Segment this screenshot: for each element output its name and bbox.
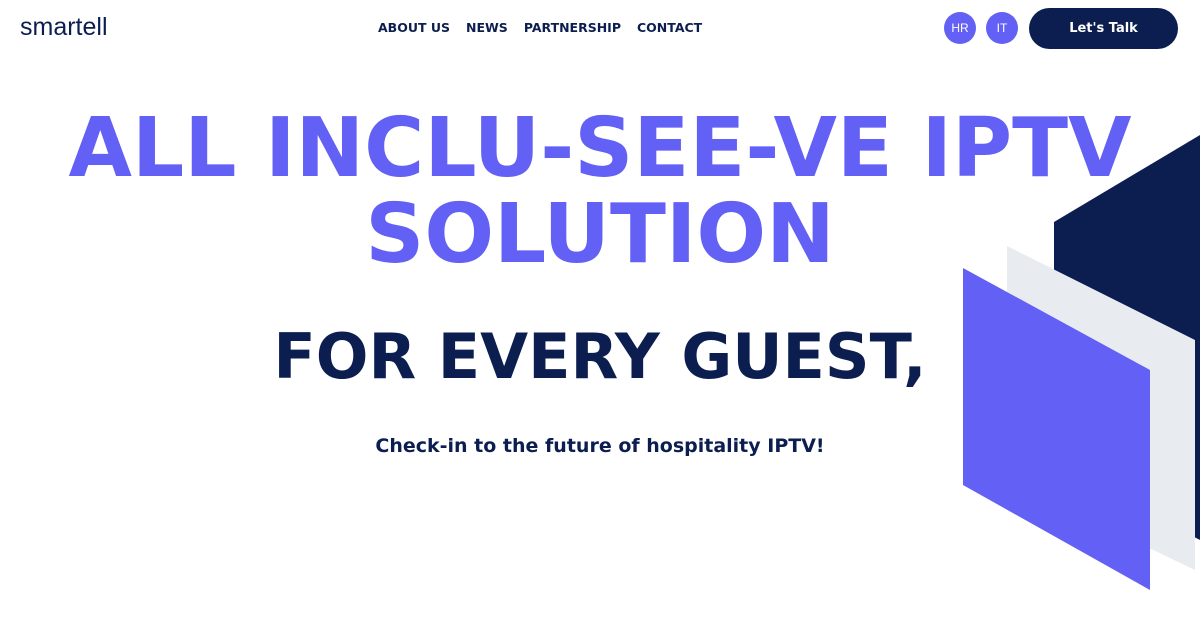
nav-item-partnership[interactable]: PARTNERSHIP	[524, 20, 621, 36]
language-hr-button[interactable]: HR	[944, 12, 976, 44]
hero-tagline: Check-in to the future of hospitality IP…	[375, 435, 825, 457]
language-it-button[interactable]: IT	[986, 12, 1018, 44]
nav-item-about-us[interactable]: ABOUT US	[378, 20, 450, 36]
logo[interactable]: smartell	[20, 13, 108, 42]
decorative-shapes	[963, 135, 1200, 590]
page: smartell ABOUT US NEWS PARTNERSHIP CONTA…	[0, 0, 1200, 627]
headline-line-1: ALL INCLU-SEE-VE IPTV	[68, 101, 1132, 196]
main-nav: ABOUT US NEWS PARTNERSHIP CONTACT	[378, 20, 702, 36]
lets-talk-button[interactable]: Let's Talk	[1029, 8, 1178, 49]
headline-line-2: SOLUTION	[365, 187, 835, 282]
nav-item-contact[interactable]: CONTACT	[637, 20, 702, 36]
nav-item-news[interactable]: NEWS	[466, 20, 508, 36]
hero-headline: ALL INCLU-SEE-VE IPTV SOLUTION	[40, 106, 1160, 278]
hero-subheadline: FOR EVERY GUEST,	[273, 320, 927, 393]
